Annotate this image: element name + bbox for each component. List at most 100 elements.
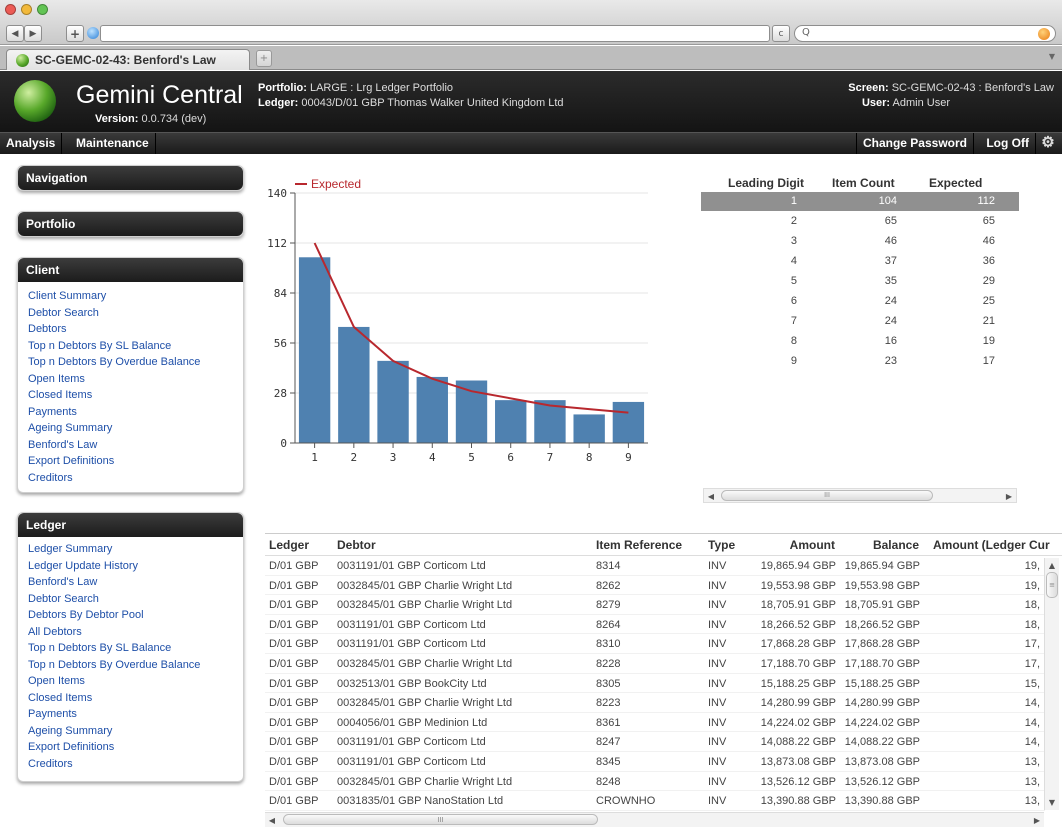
ledger-nav-link[interactable]: Top n Debtors By SL Balance xyxy=(18,640,243,657)
items-table-row[interactable]: D/01 GBP 0032845/01 GBP Charlie Wright Lt… xyxy=(265,595,1045,615)
digit-table-column-header[interactable]: Leading Digit xyxy=(728,176,804,190)
items-table-row[interactable]: D/01 GBP 0031191/01 GBP Corticom Ltd 8264 I… xyxy=(265,615,1045,635)
items-table-column-header[interactable]: Amount (Ledger Cur xyxy=(933,538,1050,552)
client-nav-link[interactable]: Debtor Search xyxy=(18,305,243,322)
add-bookmark-button[interactable]: + xyxy=(66,25,84,42)
x-tick-label: 3 xyxy=(390,451,397,464)
scroll-up-icon[interactable]: ▲ xyxy=(1046,559,1058,571)
ledger-nav-link[interactable]: Ageing Summary xyxy=(18,723,243,740)
digit-table-row[interactable]: 2 65 65 xyxy=(701,212,1019,231)
client-nav-link[interactable]: Ageing Summary xyxy=(18,420,243,437)
menu-analysis[interactable]: Analysis xyxy=(0,133,63,154)
client-nav-link[interactable]: Payments xyxy=(18,404,243,421)
leading-digit-table: Leading Digit Item Count Expected 1 104 112 2… xyxy=(701,172,1019,512)
ledger-nav-link[interactable]: All Debtors xyxy=(18,624,243,641)
items-table-row[interactable]: D/01 GBP 0031191/01 GBP Corticom Ltd 8314 I… xyxy=(265,556,1045,576)
close-window-button[interactable] xyxy=(5,4,16,15)
x-tick-label: 4 xyxy=(429,451,436,464)
items-table-vscroll-thumb[interactable]: ≡ xyxy=(1046,572,1058,598)
items-table-row[interactable]: D/01 GBP 0032845/01 GBP Charlie Wright Lt… xyxy=(265,576,1045,596)
items-table-hscroll-thumb[interactable]: III xyxy=(283,814,598,825)
ledger-nav-link[interactable]: Open Items xyxy=(18,673,243,690)
portfolio-panel-header[interactable]: Portfolio xyxy=(18,212,243,236)
items-table-row[interactable]: D/01 GBP 0031191/01 GBP Corticom Ltd 8247 I… xyxy=(265,732,1045,752)
items-table-row[interactable]: D/01 GBP 0032845/01 GBP Charlie Wright Lt… xyxy=(265,693,1045,713)
items-scroll-right-icon[interactable]: ▶ xyxy=(1031,814,1043,826)
client-nav-link[interactable]: Closed Items xyxy=(18,387,243,404)
client-link-list: Client Summary Debtor Search Debtors Top n … xyxy=(18,282,243,486)
minimize-window-button[interactable] xyxy=(21,4,32,15)
menu-maintenance[interactable]: Maintenance xyxy=(70,133,156,154)
chart-bar xyxy=(298,257,331,443)
client-nav-link[interactable]: Open Items xyxy=(18,371,243,388)
zoom-window-button[interactable] xyxy=(37,4,48,15)
items-table-row[interactable]: D/01 GBP 0031191/01 GBP Corticom Ltd 8345 I… xyxy=(265,752,1045,772)
navigation-panel-header[interactable]: Navigation xyxy=(18,166,243,190)
ledger-nav-link[interactable]: Ledger Update History xyxy=(18,558,243,575)
items-table-row[interactable]: D/01 GBP 0032513/01 GBP BookCity Ltd 8305 I… xyxy=(265,674,1045,694)
items-table-cell: 18, xyxy=(1024,599,1040,612)
items-table-cell: 17, xyxy=(1024,638,1040,651)
ledger-nav-link[interactable]: Debtors By Debtor Pool xyxy=(18,607,243,624)
items-table-vscrollbar[interactable]: ▲ ≡ ▼ xyxy=(1044,558,1059,810)
ledger-nav-link[interactable]: Payments xyxy=(18,706,243,723)
digit-table-row[interactable]: 4 37 36 xyxy=(701,252,1019,271)
items-table-row[interactable]: D/01 GBP 0032845/01 GBP Charlie Wright Lt… xyxy=(265,772,1045,792)
new-tab-button[interactable]: + xyxy=(256,50,272,67)
scroll-right-icon[interactable]: ▶ xyxy=(1003,490,1015,502)
digit-table-row[interactable]: 1 104 112 xyxy=(701,192,1019,211)
digit-table-row[interactable]: 6 24 25 xyxy=(701,292,1019,311)
client-nav-link[interactable]: Debtors xyxy=(18,321,243,338)
address-bar[interactable] xyxy=(100,25,770,42)
back-button[interactable]: ◀ xyxy=(6,25,24,42)
items-table-row[interactable]: D/01 GBP 0031191/01 GBP Corticom Ltd 8310 I… xyxy=(265,634,1045,654)
items-table-hscrollbar[interactable]: ◀ III ▶ xyxy=(265,812,1044,827)
client-nav-link[interactable]: Export Definitions xyxy=(18,453,243,470)
tab-favicon-icon xyxy=(16,54,29,67)
digit-table-cell: 36 xyxy=(982,255,995,267)
digit-table-row[interactable]: 3 46 46 xyxy=(701,232,1019,251)
ledger-nav-link[interactable]: Benford's Law xyxy=(18,574,243,591)
client-nav-link[interactable]: Top n Debtors By SL Balance xyxy=(18,338,243,355)
settings-gear-icon[interactable]: ⚙ xyxy=(1040,135,1056,151)
x-tick-label: 2 xyxy=(351,451,358,464)
digit-table-row[interactable]: 9 23 17 xyxy=(701,352,1019,371)
digit-table-column-header[interactable]: Item Count xyxy=(832,176,895,190)
items-table-column-header[interactable]: Balance xyxy=(265,538,919,552)
search-field[interactable]: Q xyxy=(794,25,1056,42)
digit-table-row[interactable]: 8 16 19 xyxy=(701,332,1019,351)
screen-value: SC-GEMC-02-43 : Benford's Law xyxy=(891,82,1054,94)
digit-table-hscrollbar[interactable]: ◀ III ▶ xyxy=(703,488,1017,503)
digit-table-column-header[interactable]: Expected xyxy=(929,176,982,190)
ledger-nav-link[interactable]: Debtor Search xyxy=(18,591,243,608)
chart-bar xyxy=(612,401,645,443)
items-table-row[interactable]: D/01 GBP 0031835/01 GBP NanoStation Ltd CR… xyxy=(265,791,1045,811)
items-table-row[interactable]: D/01 GBP 0004056/01 GBP Medinion Ltd 8361 I… xyxy=(265,713,1045,733)
forward-button[interactable]: ▶ xyxy=(24,25,42,42)
client-nav-link[interactable]: Benford's Law xyxy=(18,437,243,454)
ledger-nav-link[interactable]: Ledger Summary xyxy=(18,541,243,558)
reload-button[interactable]: c xyxy=(772,25,790,42)
client-nav-link[interactable]: Top n Debtors By Overdue Balance xyxy=(18,354,243,371)
digit-table-row[interactable]: 5 35 29 xyxy=(701,272,1019,291)
digit-table-row[interactable]: 7 24 21 xyxy=(701,312,1019,331)
items-table-cell: 14, xyxy=(1024,697,1040,710)
digit-table-scroll-thumb[interactable]: III xyxy=(721,490,933,501)
change-password-link[interactable]: Change Password xyxy=(855,133,974,154)
client-nav-link[interactable]: Creditors xyxy=(18,470,243,487)
ledger-nav-link[interactable]: Closed Items xyxy=(18,690,243,707)
items-scroll-left-icon[interactable]: ◀ xyxy=(266,814,278,826)
ledger-nav-link[interactable]: Top n Debtors By Overdue Balance xyxy=(18,657,243,674)
client-panel-header[interactable]: Client xyxy=(18,258,243,282)
ledger-nav-link[interactable]: Creditors xyxy=(18,756,243,773)
items-table-row[interactable]: D/01 GBP 0032845/01 GBP Charlie Wright Lt… xyxy=(265,654,1045,674)
ledger-panel-header[interactable]: Ledger xyxy=(18,513,243,537)
ledger-nav-link[interactable]: Export Definitions xyxy=(18,739,243,756)
browser-tab-active[interactable]: SC-GEMC-02-43: Benford's Law xyxy=(6,49,250,70)
scroll-left-icon[interactable]: ◀ xyxy=(705,490,717,502)
client-panel: Client Client Summary Debtor Search Debtor… xyxy=(17,257,244,493)
client-nav-link[interactable]: Client Summary xyxy=(18,288,243,305)
tab-list-button[interactable]: ▼ xyxy=(1046,52,1058,64)
log-off-link[interactable]: Log Off xyxy=(980,133,1036,154)
scroll-down-icon[interactable]: ▼ xyxy=(1046,796,1058,808)
